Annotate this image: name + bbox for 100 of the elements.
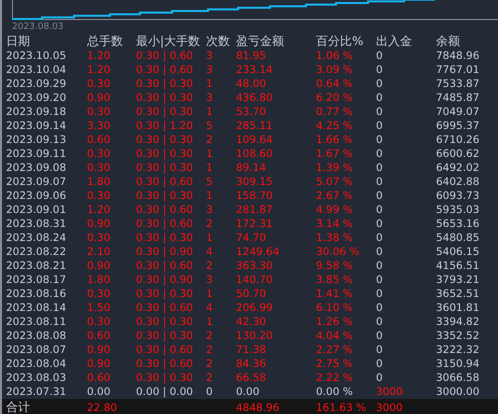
percent-cell-text: 1.66 %: [316, 133, 354, 147]
balance-cell-text: 6402.88: [436, 175, 480, 189]
in-out-cell-text: 0: [376, 343, 384, 357]
min-max-lots-cell-text: 0.00 | 0.00: [136, 385, 194, 399]
column-header: 出入金: [376, 33, 413, 50]
balance-cell-text: 7533.87: [436, 77, 480, 91]
min-max-lots-cell-text: 0.30 | 0.60: [136, 203, 194, 217]
date-cell-text: 2023.08.22: [6, 245, 68, 259]
in-out-cell-text: 0: [376, 161, 384, 175]
percent-cell-text: 2.27 %: [316, 343, 354, 357]
profit-cell-text: 363.30: [236, 259, 274, 273]
lots-cell-text: 0.30: [87, 231, 112, 245]
balance-cell-text: 5653.16: [436, 217, 480, 231]
count-cell-text: 2: [206, 259, 214, 273]
count-cell-text: 2: [206, 133, 214, 147]
count-cell-text: 1: [206, 161, 214, 175]
profit-cell-text: 50.70: [236, 287, 268, 301]
count-cell-text: 2: [206, 329, 214, 343]
in-out-cell-text: 0: [376, 147, 384, 161]
count-cell-text: 4: [206, 245, 214, 259]
in-out-cell-text: 0: [376, 329, 384, 343]
percent-cell-text: 0.64 %: [316, 77, 354, 91]
profit-cell-text: 140.70: [236, 273, 274, 287]
profit-cell-text: 281.87: [236, 203, 274, 217]
date-cell-text: 2023.08.08: [6, 329, 68, 343]
balance-cell-text: 7485.87: [436, 91, 480, 105]
date-cell-text: 2023.08.24: [6, 231, 68, 245]
lots-cell-text: 1.20: [87, 63, 112, 77]
column-header: 总手数: [87, 33, 124, 50]
date-cell-text: 2023.08.11: [6, 315, 68, 329]
balance-cell-text: 3000.00: [436, 385, 480, 399]
count-cell-text: 5: [206, 175, 214, 189]
date-cell-text: 2023.08.04: [6, 357, 68, 371]
count-cell-text: 5: [206, 119, 214, 133]
percent-cell-text: 0.77 %: [316, 105, 354, 119]
date-cell-text: 2023.08.14: [6, 301, 68, 315]
min-max-lots-cell-text: 0.30 | 1.20: [136, 119, 194, 133]
count-cell-text: 1: [206, 105, 214, 119]
min-max-lots-cell-text: 0.30 | 0.60: [136, 259, 194, 273]
in-out-cell-text: 0: [376, 175, 384, 189]
total-label: 合计: [6, 399, 31, 414]
date-cell-text: 2023.09.20: [6, 91, 68, 105]
date-cell-text: 2023.09.13: [6, 133, 68, 147]
min-max-lots-cell-text: 0.30 | 0.60: [136, 357, 194, 371]
min-max-lots-cell-text: 0.30 | 0.60: [136, 301, 194, 315]
in-out-cell-text: 0: [376, 273, 384, 287]
min-max-lots-cell-text: 0.30 | 0.30: [136, 161, 194, 175]
count-cell-text: 2: [206, 343, 214, 357]
percent-cell-text: 0.00 %: [316, 385, 354, 399]
lots-cell-text: 1.80: [87, 175, 112, 189]
column-header: 百分比%: [316, 33, 364, 50]
balance-cell-text: 3394.82: [436, 315, 480, 329]
lots-cell-text: 22.80: [87, 400, 118, 414]
in-out-cell-text: 0: [376, 357, 384, 371]
lots-cell-text: 0.30: [87, 105, 112, 119]
lots-cell-text: 1.50: [87, 301, 112, 315]
in-out-cell-text: 0: [376, 105, 384, 119]
balance-cell-text: 7848.96: [436, 49, 480, 63]
profit-cell-text: 206.99: [236, 301, 274, 315]
min-max-lots-cell-text: 0.30 | 0.60: [136, 343, 194, 357]
axis-date-label: 2023.08.03: [12, 21, 65, 33]
lots-cell-text: 0.30: [87, 189, 112, 203]
min-max-lots-cell-text: 0.30 | 0.30: [136, 91, 194, 105]
balance-cell-text: 3150.94: [436, 357, 480, 371]
min-max-lots-cell-text: 0.30 | 0.60: [136, 63, 194, 77]
in-out-cell-text: 0: [376, 189, 384, 203]
count-cell-text: 1: [206, 147, 214, 161]
lots-cell-text: 0.30: [87, 315, 112, 329]
date-cell-text: 2023.08.07: [6, 343, 68, 357]
count-cell-text: 2: [206, 371, 214, 385]
count-cell-text: 3: [206, 203, 214, 217]
lots-cell-text: 0.90: [87, 217, 112, 231]
lots-cell-text: 1.80: [87, 273, 112, 287]
lots-cell-text: 0.90: [87, 91, 112, 105]
profit-cell-text: 89.14: [236, 161, 268, 175]
profit-cell-text: 74.70: [236, 231, 268, 245]
in-out-cell-text: 0: [376, 217, 384, 231]
min-max-lots-cell-text: 0.30 | 0.30: [136, 315, 194, 329]
percent-cell-text: 1.41 %: [316, 287, 354, 301]
in-out-cell-text: 0: [376, 203, 384, 217]
balance-cell-text: 5406.15: [436, 245, 480, 259]
lots-cell-text: 3.30: [87, 119, 112, 133]
date-cell-text: 2023.08.21: [6, 259, 68, 273]
date-cell-text: 2023.10.05: [6, 49, 68, 63]
in-out-cell-text: 0: [376, 91, 384, 105]
balance-cell-text: 3222.32: [436, 343, 480, 357]
percent-cell-text: 30.06 %: [316, 245, 360, 259]
date-cell-text: 2023.10.04: [6, 63, 68, 77]
profit-cell-text: 309.15: [236, 175, 274, 189]
profit-cell-text: 4848.96: [236, 400, 280, 414]
date-cell-text: 2023.08.17: [6, 273, 68, 287]
in-out-cell-text: 3000: [376, 400, 404, 414]
balance-cell-text: 7049.07: [436, 105, 480, 119]
count-cell-text: 3: [206, 273, 214, 287]
count-cell-text: 1: [206, 315, 214, 329]
min-max-lots-cell-text: 0.30 | 0.30: [136, 231, 194, 245]
column-header: 最小|大手数: [136, 33, 202, 50]
min-max-lots-cell-text: 0.30 | 0.30: [136, 287, 194, 301]
percent-cell-text: 3.09 %: [316, 63, 354, 77]
count-cell-text: 4: [206, 301, 214, 315]
